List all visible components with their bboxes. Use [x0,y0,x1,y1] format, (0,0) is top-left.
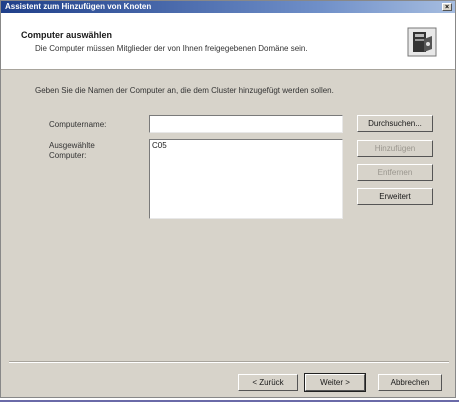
back-button[interactable]: < Zurück [238,374,298,391]
selected-computers-list[interactable]: C05 [149,139,343,219]
computer-name-label: Computername: [49,120,107,129]
wizard-computer-icon [407,27,437,57]
browse-button[interactable]: Durchsuchen... [357,115,433,132]
page-subtitle: Die Computer müssen Mitglieder der von I… [35,44,308,53]
instruction-text: Geben Sie die Namen der Computer an, die… [35,86,334,95]
window-title: Assistent zum Hinzufügen von Knoten [5,2,152,11]
footer-separator [9,361,449,363]
cancel-button[interactable]: Abbrechen [378,374,442,391]
advanced-button[interactable]: Erweitert [357,188,433,205]
remove-button[interactable]: Entfernen [357,164,433,181]
next-button[interactable]: Weiter > [304,373,366,392]
title-bar[interactable]: Assistent zum Hinzufügen von Knoten × [1,1,455,13]
selected-computers-label: Ausgewählte Computer: [49,141,95,161]
selected-label-line2: Computer: [49,151,87,160]
add-nodes-wizard-dialog: Assistent zum Hinzufügen von Knoten × Co… [0,0,456,398]
page-title: Computer auswählen [21,30,113,40]
computer-name-input[interactable] [149,115,343,133]
add-button[interactable]: Hinzufügen [357,140,433,157]
page-divider [0,400,459,402]
wizard-header: Computer auswählen Die Computer müssen M… [1,13,455,70]
close-button[interactable]: × [442,3,452,11]
selected-label-line1: Ausgewählte [49,141,95,150]
list-item[interactable]: C05 [152,141,340,150]
